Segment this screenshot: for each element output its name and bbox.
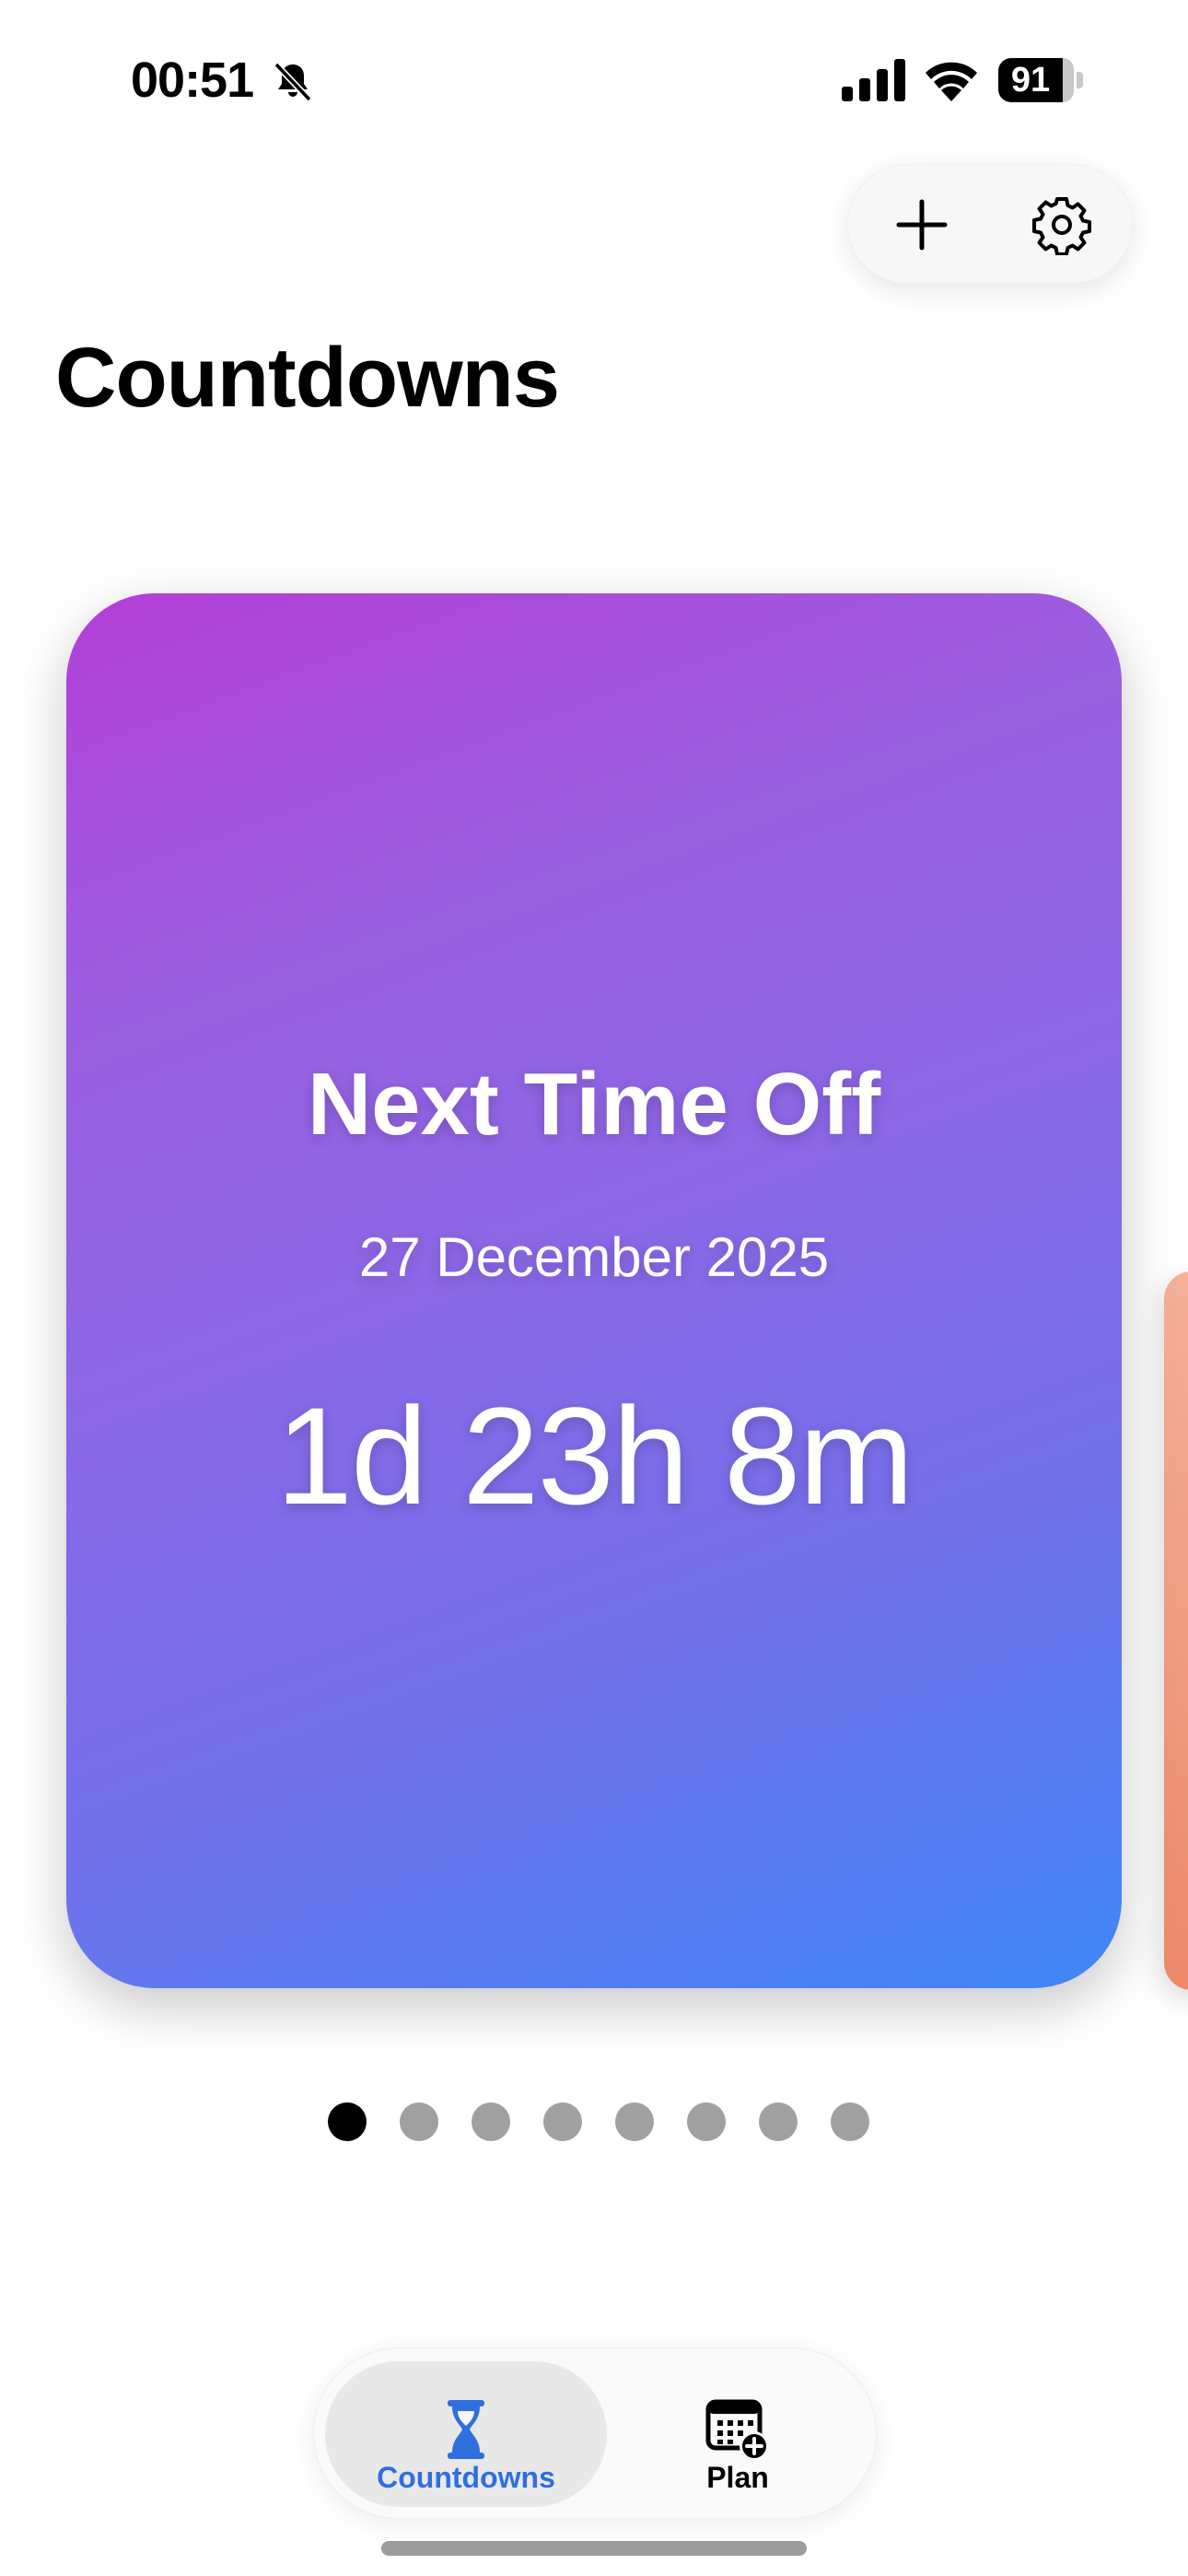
- countdown-card[interactable]: Next Time Off 27 December 2025 1d 23h 8m: [66, 593, 1122, 1988]
- battery-level: 91: [1010, 61, 1051, 100]
- tab-plan[interactable]: Plan: [612, 2361, 863, 2507]
- battery-indicator: 91: [998, 58, 1083, 102]
- page-dot[interactable]: [687, 2102, 726, 2141]
- calendar-add-icon: [705, 2399, 769, 2461]
- countdown-name: Next Time Off: [307, 1055, 881, 1153]
- page-dot[interactable]: [831, 2102, 869, 2141]
- page-indicator[interactable]: [0, 2102, 1188, 2143]
- page-dot[interactable]: [400, 2102, 438, 2141]
- top-toolbar: [847, 164, 1133, 284]
- page-dot[interactable]: [328, 2102, 367, 2141]
- countdown-remaining: 1d 23h 8m: [275, 1378, 914, 1533]
- home-indicator: [381, 2541, 807, 2556]
- cellular-signal-icon: [842, 59, 905, 101]
- bell-muted-icon: [274, 62, 312, 102]
- add-countdown-button[interactable]: [857, 165, 986, 285]
- tab-plan-label: Plan: [706, 2461, 769, 2494]
- gear-icon: [1032, 197, 1091, 255]
- tab-countdowns[interactable]: Countdowns: [325, 2361, 607, 2507]
- next-countdown-card-edge[interactable]: [1164, 1271, 1188, 1990]
- page-title: Countdowns: [55, 331, 560, 425]
- page-dot[interactable]: [543, 2102, 582, 2141]
- page-dot[interactable]: [759, 2102, 798, 2141]
- status-time: 00:51: [131, 53, 254, 108]
- status-bar: 00:51 91: [0, 0, 1188, 161]
- wifi-icon: [926, 62, 977, 101]
- page-dot[interactable]: [615, 2102, 654, 2141]
- settings-button[interactable]: [997, 165, 1126, 285]
- tab-bar: Countdowns Plan: [313, 2348, 877, 2519]
- page-dot[interactable]: [472, 2102, 510, 2141]
- tab-countdowns-label: Countdowns: [377, 2461, 555, 2494]
- plus-icon: [896, 199, 948, 251]
- hourglass-icon: [448, 2400, 484, 2459]
- countdown-date: 27 December 2025: [358, 1226, 830, 1288]
